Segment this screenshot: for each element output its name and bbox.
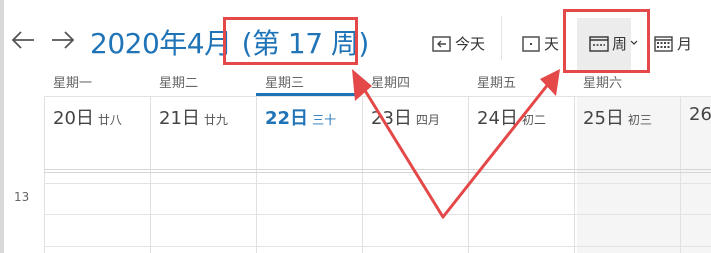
- annotation-arrow-right: [441, 76, 555, 219]
- annotation-arrow-left: [359, 82, 445, 219]
- annotation-arrows: [352, 69, 560, 219]
